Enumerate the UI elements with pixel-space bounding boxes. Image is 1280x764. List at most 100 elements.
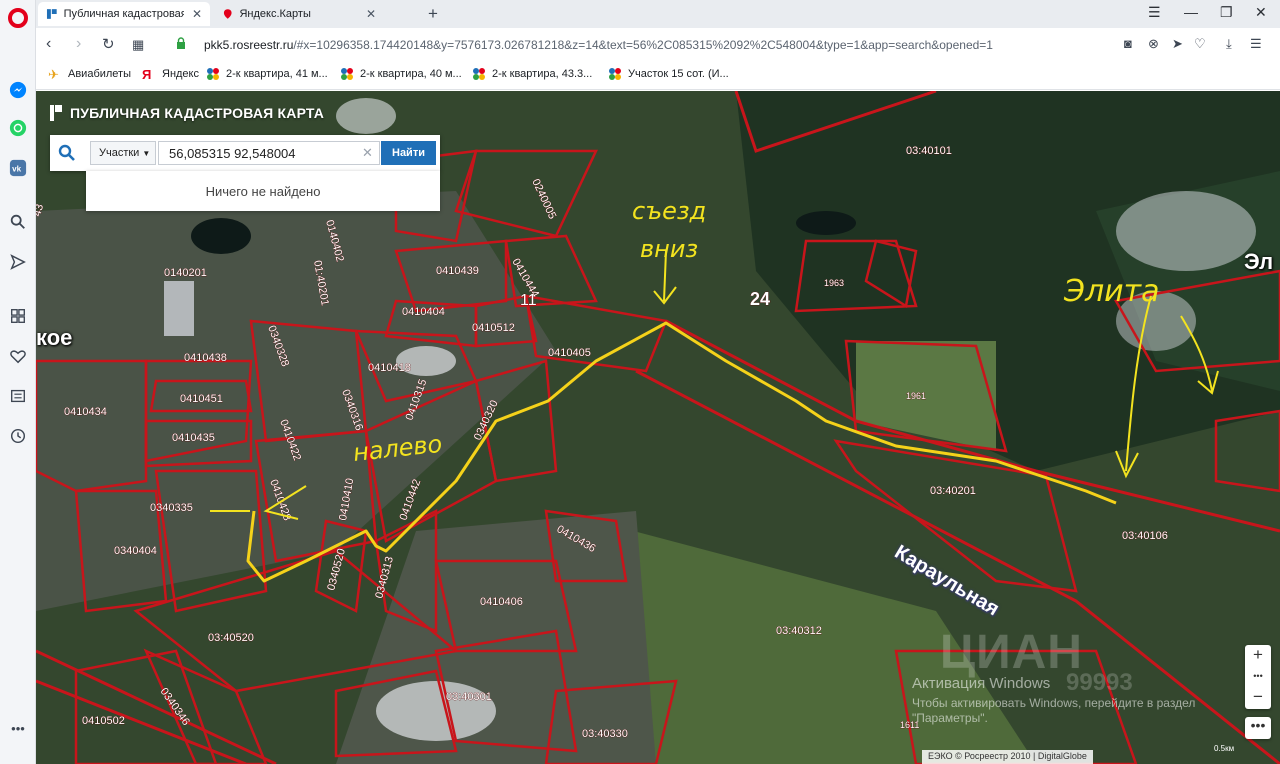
parcel-label: 0340335 xyxy=(150,502,193,514)
scale-bar: 0.5км xyxy=(1214,744,1235,753)
url-field[interactable]: pkk5.rosreestr.ru/#x=10296358.174420148&… xyxy=(204,38,993,52)
new-tab-button[interactable]: + xyxy=(428,4,438,24)
parcel-label: 0410438 xyxy=(184,352,227,364)
search-button[interactable]: Найти xyxy=(381,141,436,165)
bookmarks-bar: ✈ Авиабилеты Я Яндекс 2-к квартира, 41 м..… xyxy=(36,62,1280,90)
cadastral-map[interactable]: 03:40101 0240005 0240008 0410439 0410444… xyxy=(36,91,1280,764)
zoom-in-button[interactable]: + xyxy=(1245,645,1271,667)
cloud xyxy=(1116,191,1256,271)
send-icon[interactable] xyxy=(8,252,28,272)
share-icon[interactable]: ➤ xyxy=(1172,36,1183,52)
tab-yandex-maps[interactable]: Яндекс.Карты ✕ xyxy=(214,2,384,26)
search-type-select[interactable]: Участки ▼ xyxy=(90,141,156,165)
lake xyxy=(191,218,251,254)
opera-logo-icon[interactable] xyxy=(8,8,28,28)
parcel-label: 03:40201 xyxy=(930,485,976,497)
news-icon[interactable] xyxy=(8,386,28,406)
note-elita: Элита xyxy=(1063,274,1159,309)
whatsapp-icon[interactable] xyxy=(8,118,28,138)
more-tools-button[interactable]: ••• xyxy=(1245,717,1271,739)
minimize-icon[interactable]: — xyxy=(1184,4,1198,20)
note-vniz: вниз xyxy=(640,235,698,263)
parcel-label: 0410434 xyxy=(64,406,107,418)
search-sidebar-icon[interactable] xyxy=(8,212,28,232)
bookmark-heart-icon[interactable]: ♡ xyxy=(1194,36,1206,52)
parcel-label: 0410404 xyxy=(402,306,445,318)
parcel-label: 11 xyxy=(520,292,537,309)
clear-icon[interactable]: ✕ xyxy=(362,145,373,161)
address-bar: ‹ › ↻ ▦ pkk5.rosreestr.ru/#x=10296358.17… xyxy=(36,28,1280,62)
forward-icon[interactable]: › xyxy=(76,35,81,53)
note-sezd: съезд xyxy=(632,197,706,225)
bookmark-label: Участок 15 сот. (И... xyxy=(628,68,729,80)
activation-title: Активация Windows xyxy=(912,675,1051,692)
pkk-logo-icon xyxy=(50,105,62,121)
bookmark-item[interactable]: Участок 15 сот. (И... xyxy=(608,67,729,81)
tab-close-icon[interactable]: ✕ xyxy=(366,7,376,21)
parcel-label: 0410502 xyxy=(82,715,125,727)
lake xyxy=(796,211,856,235)
tab-strip: Публичная кадастровая к ✕ Яндекс.Карты ✕… xyxy=(36,0,1280,28)
browser-window: vk ••• Публичная кадастровая к ✕ Яндекс.… xyxy=(0,0,1280,764)
chevron-down-icon: ▼ xyxy=(142,149,151,158)
tab-close-icon[interactable]: ✕ xyxy=(192,7,202,21)
bookmark-item[interactable]: Я Яндекс xyxy=(142,67,199,82)
settlement-label-right: Эл xyxy=(1244,249,1274,274)
parcel-label: 1961 xyxy=(906,391,926,401)
bookmark-item[interactable]: 2-к квартира, 40 м... xyxy=(340,67,462,81)
search-icon[interactable] xyxy=(58,144,76,162)
back-icon[interactable]: ‹ xyxy=(46,35,51,53)
bookmark-label: 2-к квартира, 41 м... xyxy=(226,68,328,80)
easy-setup-icon[interactable]: ☰ xyxy=(1250,36,1262,52)
tab-pkk[interactable]: Публичная кадастровая к ✕ xyxy=(38,2,210,26)
parcel-label: 03:40312 xyxy=(776,625,822,637)
more-sidebar-icon[interactable]: ••• xyxy=(8,718,28,738)
parcel-label: 03:40301 xyxy=(446,691,492,703)
plane-icon: ✈ xyxy=(48,67,59,82)
speed-dial-icon[interactable] xyxy=(8,306,28,326)
camera-icon[interactable]: ◙ xyxy=(1124,36,1132,51)
reload-icon[interactable]: ↻ xyxy=(102,35,115,53)
yandex-icon: Я xyxy=(142,67,152,82)
windows-activation-notice: Активация Windows Чтобы активировать Win… xyxy=(912,675,1242,726)
bookmark-item[interactable]: ✈ Авиабилеты xyxy=(48,67,131,82)
tab-title: Яндекс.Карты xyxy=(239,8,311,20)
adblock-icon[interactable]: ⊗ xyxy=(1148,36,1159,52)
cloud xyxy=(336,98,396,134)
parcel-label: 0410512 xyxy=(472,322,515,334)
pkk-header: ПУБЛИЧНАЯ КАДАСТРОВАЯ КАРТА xyxy=(50,105,324,121)
parcel-label: 0410406 xyxy=(480,596,523,608)
tab-menu-icon[interactable]: ☰ xyxy=(1148,4,1161,21)
bookmark-item[interactable]: 2-к квартира, 41 м... xyxy=(206,67,328,81)
bookmark-label: 2-к квартира, 43.3... xyxy=(492,68,593,80)
zoom-control: + ••• − xyxy=(1245,645,1271,709)
parcel-label: 0340404 xyxy=(114,545,157,557)
cloud xyxy=(376,681,496,741)
parcel-label: 0410418 xyxy=(368,362,411,374)
bookmark-item[interactable]: 2-к квартира, 43.3... xyxy=(472,67,592,81)
close-window-icon[interactable]: ✕ xyxy=(1255,4,1267,21)
messenger-icon[interactable] xyxy=(8,80,28,100)
heart-icon[interactable] xyxy=(8,346,28,366)
tabs-grid-icon[interactable]: ▦ xyxy=(132,37,144,53)
search-input[interactable]: 56,085315 92,548004 xyxy=(158,141,380,165)
parcel-label: 03:40106 xyxy=(1122,530,1168,542)
cian-icon xyxy=(341,68,353,80)
history-icon[interactable] xyxy=(8,426,28,446)
search-type-label: Участки xyxy=(99,147,140,159)
restore-icon[interactable]: ❐ xyxy=(1220,4,1233,21)
zoom-level-dots: ••• xyxy=(1253,671,1263,681)
map-attribution[interactable]: ЕЭКО © Росреестр 2010 | DigitalGlobe xyxy=(922,750,1093,764)
parcel-label: 24 xyxy=(750,289,770,309)
activation-subtitle: Чтобы активировать Windows, перейдите в … xyxy=(912,696,1196,725)
parcel-label: 1963 xyxy=(824,278,844,288)
download-icon[interactable]: ⤓ xyxy=(1226,36,1232,52)
vk-icon[interactable]: vk xyxy=(8,158,28,178)
settlement-label-left: кое xyxy=(36,325,73,350)
parcel-label: 03:40520 xyxy=(208,632,254,644)
zoom-out-button[interactable]: − xyxy=(1245,687,1271,709)
parcel-label: 0410439 xyxy=(436,265,479,277)
building xyxy=(164,281,194,336)
cian-watermark: ЦИАН xyxy=(940,626,1083,679)
opera-sidebar: vk ••• xyxy=(0,0,36,764)
